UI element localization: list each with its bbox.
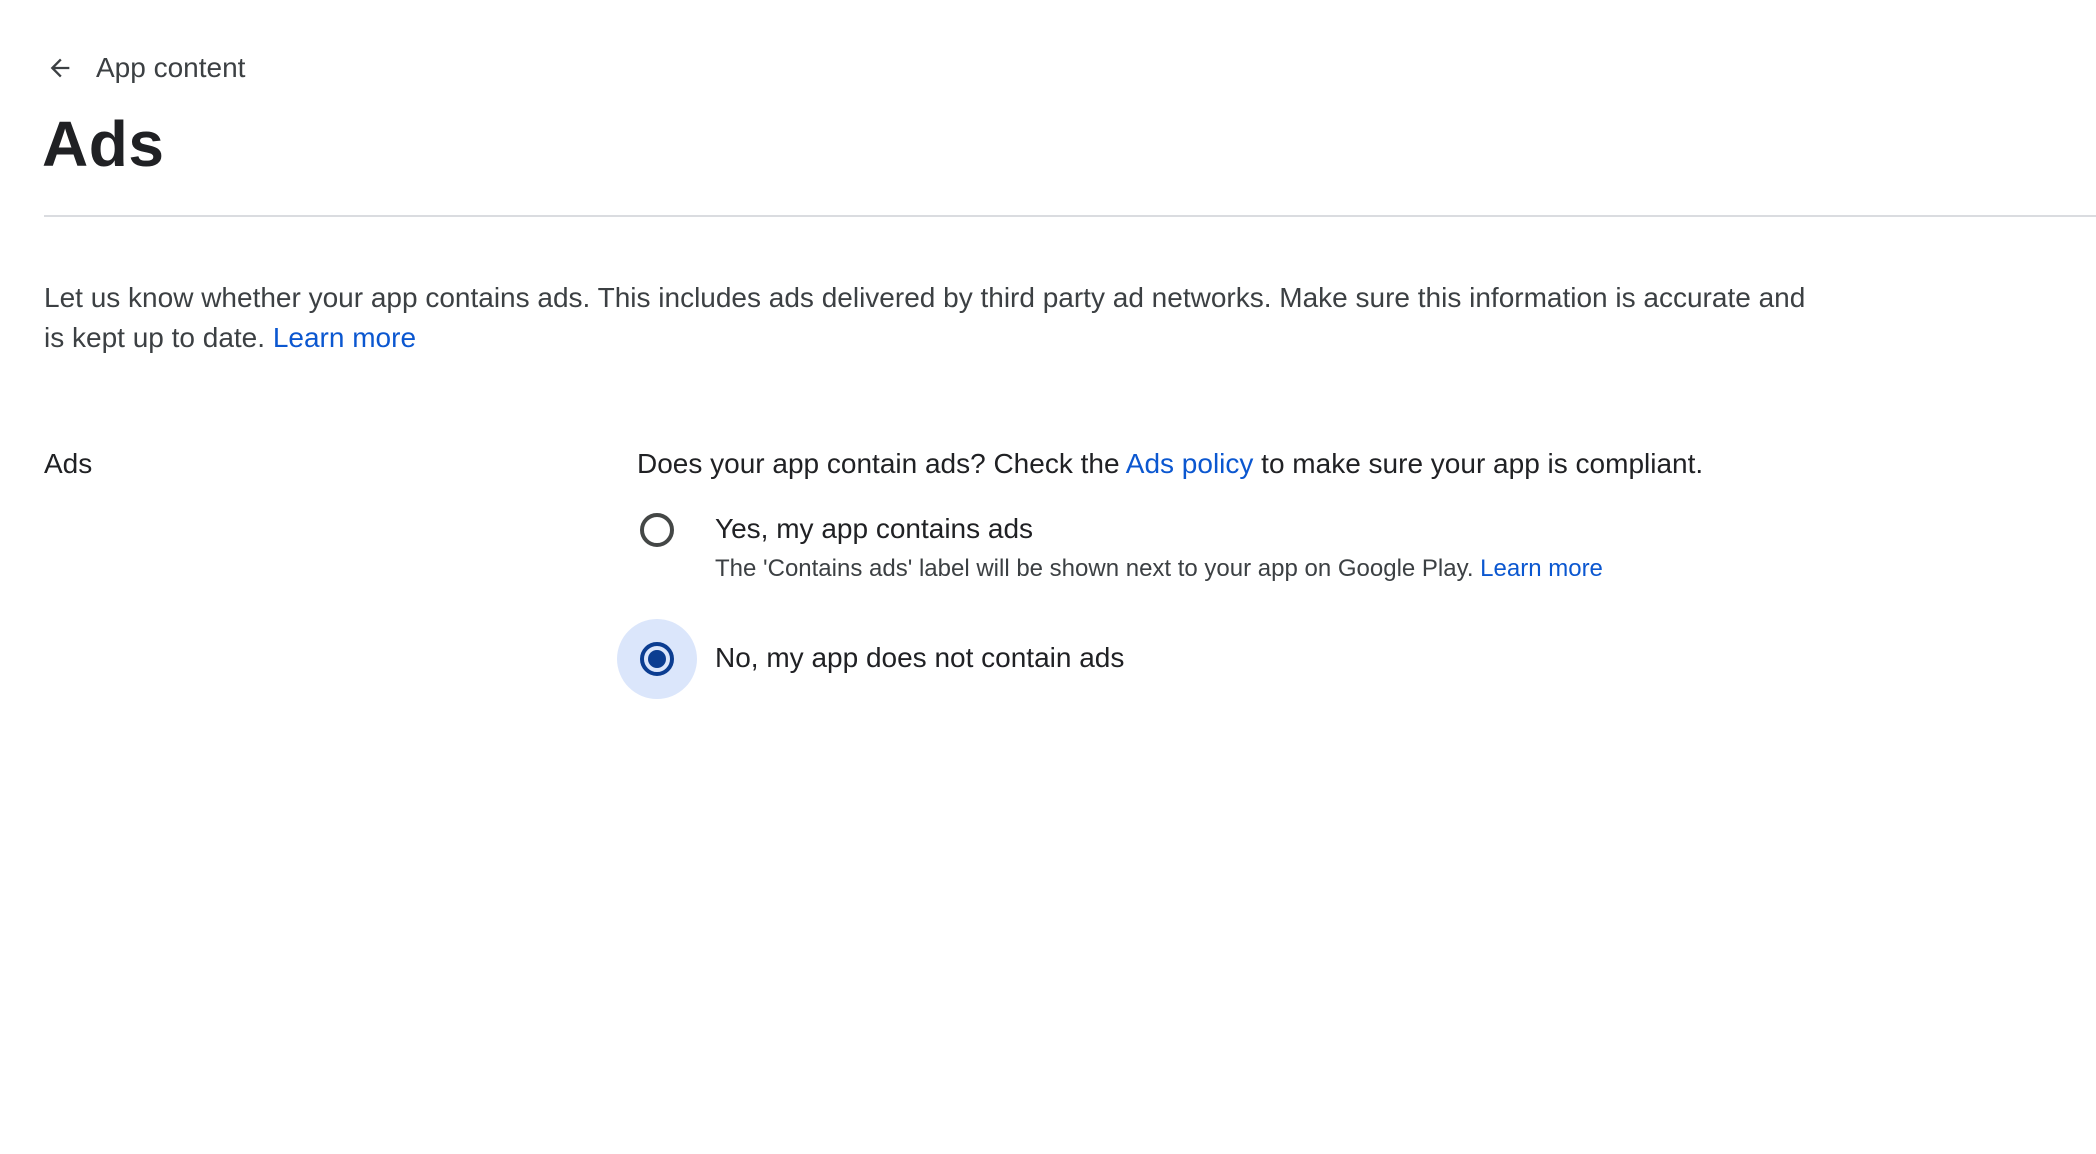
option-yes-learn-more-link[interactable]: Learn more (1480, 555, 1603, 582)
question-prefix: Does your app contain ads? Check the (637, 448, 1120, 479)
arrow-back-icon[interactable] (44, 52, 76, 84)
ads-question: Does your app contain ads? Check the Ads… (637, 444, 1703, 484)
back-label[interactable]: App content (96, 48, 245, 88)
radio-option-yes[interactable]: Yes, my app contains ads The 'Contains a… (617, 490, 1603, 587)
question-suffix: to make sure your app is compliant. (1261, 448, 1704, 479)
radio-no-hit-area[interactable] (617, 619, 697, 699)
option-yes-label[interactable]: Yes, my app contains ads (715, 509, 1603, 549)
radio-yes-hit-area[interactable] (617, 490, 697, 570)
header-divider (44, 215, 2096, 217)
intro-learn-more-link[interactable]: Learn more (273, 322, 416, 353)
radio-no[interactable] (640, 642, 674, 676)
ads-policy-link[interactable]: Ads policy (1126, 448, 1254, 479)
section-label: Ads (44, 448, 93, 479)
page-title: Ads (42, 108, 165, 180)
option-yes-text: Yes, my app contains ads The 'Contains a… (715, 490, 1603, 587)
radio-option-no[interactable]: No, my app does not contain ads (617, 619, 1124, 699)
option-no-text: No, my app does not contain ads (715, 619, 1124, 678)
option-no-label[interactable]: No, my app does not contain ads (715, 638, 1124, 678)
option-yes-description: The 'Contains ads' label will be shown n… (715, 551, 1603, 587)
intro-text: Let us know whether your app contains ad… (44, 278, 1824, 358)
radio-yes[interactable] (640, 513, 674, 547)
option-yes-description-text: The 'Contains ads' label will be shown n… (715, 555, 1474, 582)
back-to-app-content-link[interactable]: App content (44, 48, 245, 88)
